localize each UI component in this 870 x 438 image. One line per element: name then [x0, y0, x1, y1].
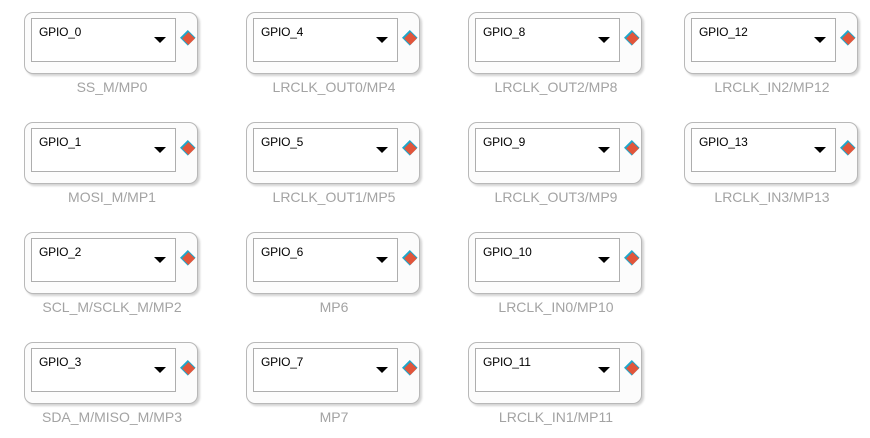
chevron-down-icon[interactable] [598, 257, 610, 263]
gpio-select-7[interactable]: GPIO_7 [253, 348, 398, 392]
gpio-block-12: GPIO_12 LRCLK_IN2/MP12 [652, 0, 870, 110]
gpio-block-frame: GPIO_7 [246, 342, 420, 404]
gpio-block-5: GPIO_5 LRCLK_OUT1/MP5 [214, 110, 454, 220]
gpio-select-value: GPIO_7 [261, 355, 304, 369]
gpio-block-frame: GPIO_3 [24, 342, 198, 404]
output-pin-icon[interactable] [182, 142, 195, 155]
output-pin-icon[interactable] [626, 252, 639, 265]
gpio-block-frame: GPIO_5 [246, 122, 420, 184]
gpio-block-7: GPIO_7 MP7 [214, 330, 454, 438]
gpio-select-value: GPIO_12 [699, 25, 748, 39]
chevron-down-icon[interactable] [154, 147, 166, 153]
gpio-block-label: SS_M/MP0 [76, 79, 148, 95]
gpio-block-3: GPIO_3 SDA_M/MISO_M/MP3 [0, 330, 232, 438]
gpio-select-value: GPIO_4 [261, 25, 304, 39]
gpio-select-value: GPIO_3 [39, 355, 82, 369]
output-pin-icon[interactable] [404, 252, 417, 265]
gpio-select-6[interactable]: GPIO_6 [253, 238, 398, 282]
gpio-block-9: GPIO_9 LRCLK_OUT3/MP9 [436, 110, 676, 220]
gpio-select-value: GPIO_6 [261, 245, 304, 259]
gpio-select-13[interactable]: GPIO_13 [691, 128, 836, 172]
gpio-block-label: SCL_M/SCLK_M/MP2 [42, 299, 182, 315]
gpio-block-frame: GPIO_4 [246, 12, 420, 74]
gpio-select-10[interactable]: GPIO_10 [475, 238, 620, 282]
gpio-block-frame: GPIO_12 [684, 12, 858, 74]
output-pin-icon[interactable] [182, 32, 195, 45]
gpio-block-label: LRCLK_OUT3/MP9 [494, 189, 618, 205]
output-pin-icon[interactable] [626, 142, 639, 155]
gpio-block-frame: GPIO_13 [684, 122, 858, 184]
chevron-down-icon[interactable] [154, 257, 166, 263]
gpio-block-4: GPIO_4 LRCLK_OUT0/MP4 [214, 0, 454, 110]
gpio-block-6: GPIO_6 MP6 [214, 220, 454, 330]
gpio-select-value: GPIO_5 [261, 135, 304, 149]
chevron-down-icon[interactable] [154, 37, 166, 43]
gpio-select-2[interactable]: GPIO_2 [31, 238, 176, 282]
gpio-block-8: GPIO_8 LRCLK_OUT2/MP8 [436, 0, 676, 110]
output-pin-icon[interactable] [182, 252, 195, 265]
gpio-select-0[interactable]: GPIO_0 [31, 18, 176, 62]
gpio-select-1[interactable]: GPIO_1 [31, 128, 176, 172]
gpio-select-value: GPIO_11 [483, 355, 531, 369]
gpio-block-label: LRCLK_OUT0/MP4 [272, 79, 396, 95]
gpio-select-value: GPIO_1 [39, 135, 82, 149]
gpio-block-frame: GPIO_10 [468, 232, 642, 294]
gpio-select-8[interactable]: GPIO_8 [475, 18, 620, 62]
output-pin-icon[interactable] [626, 362, 639, 375]
chevron-down-icon[interactable] [814, 37, 826, 43]
gpio-select-4[interactable]: GPIO_4 [253, 18, 398, 62]
chevron-down-icon[interactable] [376, 147, 388, 153]
gpio-select-value: GPIO_9 [483, 135, 526, 149]
gpio-block-frame: GPIO_6 [246, 232, 420, 294]
gpio-block-2: GPIO_2 SCL_M/SCLK_M/MP2 [0, 220, 232, 330]
chevron-down-icon[interactable] [598, 367, 610, 373]
gpio-select-value: GPIO_8 [483, 25, 526, 39]
gpio-select-12[interactable]: GPIO_12 [691, 18, 836, 62]
output-pin-icon[interactable] [404, 362, 417, 375]
gpio-select-value: GPIO_13 [699, 135, 748, 149]
gpio-block-frame: GPIO_0 [24, 12, 198, 74]
chevron-down-icon[interactable] [376, 367, 388, 373]
chevron-down-icon[interactable] [376, 257, 388, 263]
gpio-block-label: LRCLK_OUT2/MP8 [494, 79, 618, 95]
gpio-block-label: MP7 [319, 409, 349, 425]
gpio-block-frame: GPIO_1 [24, 122, 198, 184]
gpio-select-9[interactable]: GPIO_9 [475, 128, 620, 172]
output-pin-icon[interactable] [404, 32, 417, 45]
output-pin-icon[interactable] [842, 32, 855, 45]
gpio-config-canvas: GPIO_0 SS_M/MP0 GPIO_1 MOSI_M/MP1 GPIO_2… [0, 0, 870, 438]
gpio-select-3[interactable]: GPIO_3 [31, 348, 176, 392]
gpio-select-value: GPIO_0 [39, 25, 82, 39]
chevron-down-icon[interactable] [376, 37, 388, 43]
gpio-select-value: GPIO_10 [483, 245, 532, 259]
gpio-block-frame: GPIO_8 [468, 12, 642, 74]
output-pin-icon[interactable] [842, 142, 855, 155]
chevron-down-icon[interactable] [154, 367, 166, 373]
gpio-select-11[interactable]: GPIO_11 [475, 348, 620, 392]
gpio-block-label: LRCLK_IN3/MP13 [714, 189, 830, 205]
gpio-block-frame: GPIO_11 [468, 342, 642, 404]
gpio-block-1: GPIO_1 MOSI_M/MP1 [0, 110, 232, 220]
chevron-down-icon[interactable] [598, 147, 610, 153]
gpio-block-10: GPIO_10 LRCLK_IN0/MP10 [436, 220, 676, 330]
gpio-block-13: GPIO_13 LRCLK_IN3/MP13 [652, 110, 870, 220]
gpio-block-label: LRCLK_IN0/MP10 [498, 299, 614, 315]
gpio-block-11: GPIO_11 LRCLK_IN1/MP11 [436, 330, 676, 438]
chevron-down-icon[interactable] [814, 147, 826, 153]
gpio-block-label: MP6 [319, 299, 349, 315]
output-pin-icon[interactable] [626, 32, 639, 45]
gpio-block-label: SDA_M/MISO_M/MP3 [41, 409, 183, 425]
gpio-block-frame: GPIO_2 [24, 232, 198, 294]
gpio-select-5[interactable]: GPIO_5 [253, 128, 398, 172]
gpio-block-label: LRCLK_IN1/MP11 [498, 409, 614, 425]
output-pin-icon[interactable] [404, 142, 417, 155]
gpio-select-value: GPIO_2 [39, 245, 82, 259]
gpio-block-label: LRCLK_IN2/MP12 [714, 79, 830, 95]
gpio-block-0: GPIO_0 SS_M/MP0 [0, 0, 232, 110]
output-pin-icon[interactable] [182, 362, 195, 375]
gpio-block-label: MOSI_M/MP1 [68, 189, 156, 205]
chevron-down-icon[interactable] [598, 37, 610, 43]
gpio-block-label: LRCLK_OUT1/MP5 [272, 189, 396, 205]
gpio-block-frame: GPIO_9 [468, 122, 642, 184]
